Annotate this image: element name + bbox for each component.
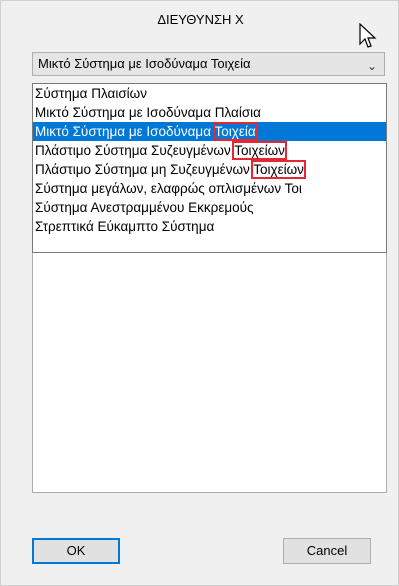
- system-type-combobox[interactable]: Μικτό Σύστημα με Ισοδύναμα Τοιχεία ⌄: [32, 52, 385, 76]
- content-listbox[interactable]: [32, 253, 387, 493]
- dropdown-option[interactable]: Στρεπτικά Εύκαμπτο Σύστημα: [33, 217, 386, 236]
- cancel-button[interactable]: Cancel: [283, 538, 371, 564]
- highlighted-word: Τοιχείων: [232, 141, 287, 160]
- dropdown-option[interactable]: Σύστημα Πλαισίων: [33, 84, 386, 103]
- option-label: Πλάστιμο Σύστημα μη Συζευγμένων: [35, 162, 250, 177]
- dropdown-option-selected[interactable]: Μικτό Σύστημα με Ισοδύναμα Τοιχεία: [33, 122, 386, 141]
- dropdown-option[interactable]: Σύστημα μεγάλων, ελαφρώς οπλισμένων Τοι: [33, 179, 386, 198]
- dropdown-option[interactable]: Πλάστιμο Σύστημα Συζευγμένων Τοιχείων: [33, 141, 386, 160]
- combobox-value: Μικτό Σύστημα με Ισοδύναμα Τοιχεία: [38, 56, 251, 71]
- option-label: Στρεπτικά Εύκαμπτο Σύστημα: [35, 219, 215, 234]
- dropdown-option[interactable]: Σύστημα Ανεστραμμένου Εκκρεμούς: [33, 198, 386, 217]
- option-label: Σύστημα Ανεστραμμένου Εκκρεμούς: [35, 200, 254, 215]
- option-label: Μικτό Σύστημα με Ισοδύναμα: [35, 124, 211, 139]
- mouse-cursor-icon: [359, 23, 377, 48]
- ok-button[interactable]: OK: [32, 538, 120, 564]
- dialog-title: ΔΙΕΥΘΥΝΣΗ Χ: [157, 12, 244, 27]
- dropdown-option[interactable]: Μικτό Σύστημα με Ισοδύναμα Πλαίσια: [33, 103, 386, 122]
- highlighted-word: Τοιχεία: [212, 122, 258, 141]
- highlighted-word: Τοιχείων: [251, 160, 306, 179]
- option-label: Πλάστιμο Σύστημα Συζευγμένων: [35, 143, 231, 158]
- option-label: Σύστημα μεγάλων, ελαφρώς οπλισμένων Τοι: [35, 181, 302, 196]
- option-label: Μικτό Σύστημα με Ισοδύναμα Πλαίσια: [35, 105, 261, 120]
- dialog-window: ΔΙΕΥΘΥΝΣΗ Χ Μικτό Σύστημα με Ισοδύναμα Τ…: [0, 0, 399, 586]
- dropdown-list: Σύστημα Πλαισίων Μικτό Σύστημα με Ισοδύν…: [32, 83, 387, 253]
- dropdown-option[interactable]: Πλάστιμο Σύστημα μη Συζευγμένων Τοιχείων: [33, 160, 386, 179]
- option-label: Σύστημα Πλαισίων: [35, 86, 147, 101]
- chevron-down-icon[interactable]: ⌄: [367, 55, 377, 77]
